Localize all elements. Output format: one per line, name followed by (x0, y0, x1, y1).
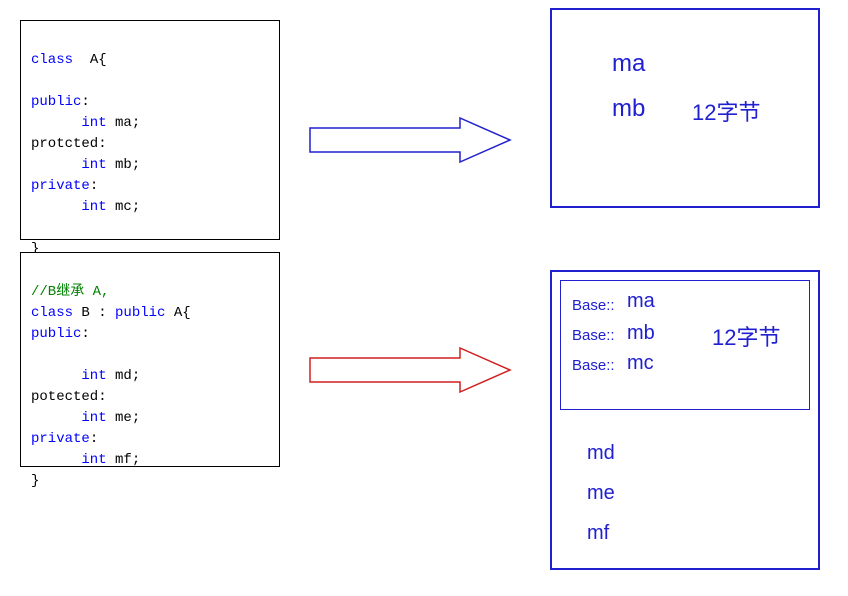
type-int: int (31, 157, 107, 173)
base-prefix-mb: Base:: (572, 327, 615, 344)
type-int: int (31, 368, 107, 384)
field-me: me (587, 482, 615, 505)
field-mb: mb (612, 95, 645, 123)
arrow-red-icon (300, 340, 520, 400)
field-base-mc: mc (627, 352, 654, 375)
arrow-blue-icon (300, 110, 520, 170)
field-base-ma: ma (627, 290, 655, 313)
keyword-public: public (31, 94, 81, 110)
keyword-public: public (31, 326, 81, 342)
size-label-a: 12字节 (692, 95, 760, 127)
size-label-b: 12字节 (712, 320, 780, 352)
field-base-mb: mb (627, 322, 655, 345)
field-mf: mf (587, 522, 609, 545)
memory-layout-b: Base:: ma Base:: mb Base:: mc 12字节 md me… (550, 270, 820, 570)
field-md: md (587, 442, 615, 465)
type-int: int (31, 115, 107, 131)
keyword-public: public (115, 305, 165, 321)
base-prefix-ma: Base:: (572, 297, 615, 314)
memory-layout-a: ma mb 12字节 (550, 8, 820, 208)
comment-inherit: //B继承 A, (31, 284, 109, 300)
code-box-class-a: class A{ public: int ma; protcted: int m… (20, 20, 280, 240)
keyword-class: class (31, 52, 73, 68)
field-ma: ma (612, 50, 645, 78)
keyword-protected-typo: potected: (31, 389, 107, 405)
keyword-private: private (31, 431, 90, 447)
keyword-class: class (31, 305, 73, 321)
keyword-protected-typo: protcted: (31, 136, 107, 152)
base-prefix-mc: Base:: (572, 357, 615, 374)
code-box-class-b: //B继承 A, class B : public A{ public: int… (20, 252, 280, 467)
type-int: int (31, 199, 107, 215)
keyword-private: private (31, 178, 90, 194)
type-int: int (31, 452, 107, 468)
type-int: int (31, 410, 107, 426)
